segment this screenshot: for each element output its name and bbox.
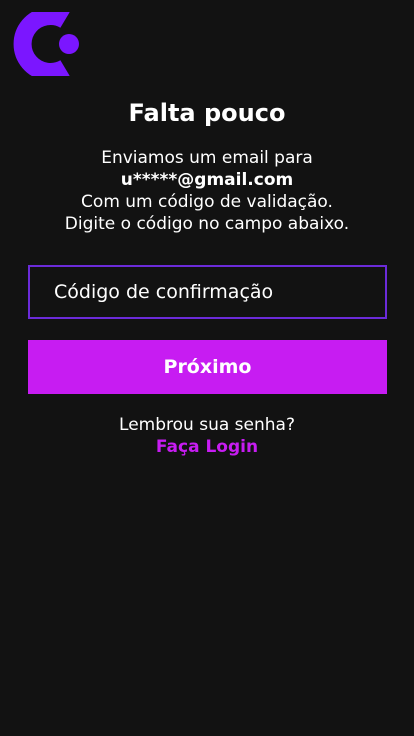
message-line-code: Com um código de validação. bbox=[81, 192, 333, 212]
brand-logo-icon bbox=[13, 12, 79, 76]
message-line-instruction: Digite o código no campo abaixo. bbox=[64, 214, 350, 234]
confirmation-screen: Falta pouco Enviamos um email para u****… bbox=[0, 0, 414, 736]
message-line-sent: Enviamos um email para bbox=[101, 148, 313, 168]
confirmation-code-input[interactable] bbox=[28, 265, 387, 319]
page-title: Falta pouco bbox=[128, 99, 286, 127]
login-link[interactable]: Faça Login bbox=[0, 436, 414, 458]
remember-password-prompt: Lembrou sua senha? bbox=[119, 415, 295, 435]
next-button[interactable]: Próximo bbox=[28, 340, 387, 394]
masked-email: u*****@gmail.com bbox=[120, 170, 294, 190]
verification-message: Enviamos um email para u*****@gmail.com … bbox=[0, 147, 414, 235]
